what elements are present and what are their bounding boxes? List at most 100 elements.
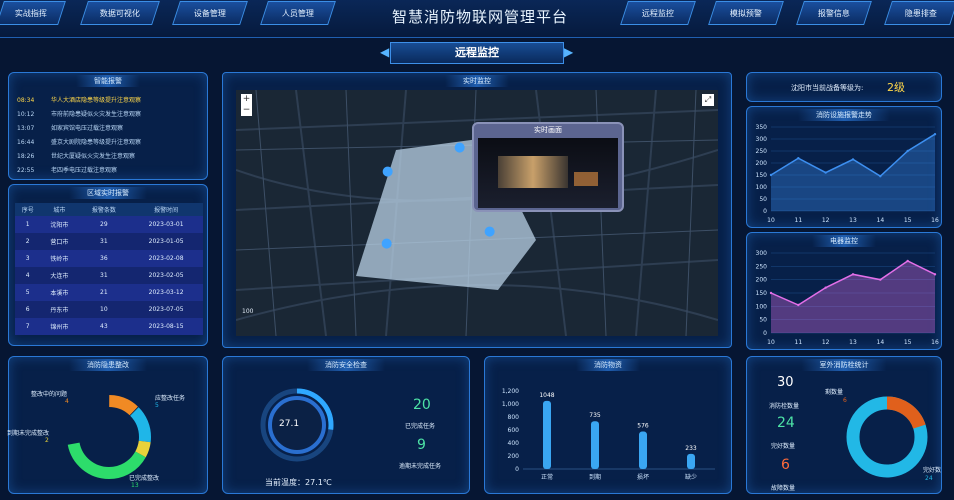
rectify-value-completed: 13	[131, 482, 139, 489]
table-cell: 营口市	[40, 233, 79, 250]
bar[interactable]	[639, 431, 647, 469]
x-tick-label: 缺少	[685, 473, 697, 481]
nav-item-visualization[interactable]: 数据可视化	[80, 1, 160, 25]
alarm-item[interactable]: 16:44 盛京大剧院隐患等级提升注意观察	[17, 137, 141, 146]
map-scale: 100	[242, 308, 254, 315]
data-point[interactable]	[906, 149, 909, 153]
alarm-text: 老四季电压过载注意观察	[51, 167, 118, 174]
alarm-item[interactable]: 10:12 市府前隐患疑似火灾发生注意观察	[17, 109, 141, 118]
location-pin-icon[interactable]: ●	[484, 224, 495, 239]
nav-label: 远程监控	[642, 8, 674, 18]
camera-frame	[478, 138, 618, 208]
x-tick-label: 12	[822, 217, 830, 224]
y-tick-label: 600	[508, 427, 520, 434]
data-point[interactable]	[769, 173, 773, 177]
hazard-rectify-panel: 消防隐患整改 整改中的问题 4 应整改任务 5 到期未完成整改 2 已完成整改 …	[7, 356, 208, 494]
y-tick-label: 1,200	[502, 388, 519, 395]
fullscreen-icon[interactable]: ⤢	[702, 94, 714, 106]
table-row[interactable]: 2 营口市 31 2023-01-05	[15, 233, 203, 250]
nav-label: 模拟预警	[730, 8, 762, 18]
data-point[interactable]	[879, 278, 882, 281]
data-point[interactable]	[797, 303, 800, 307]
panel-title: 实时监控	[445, 75, 509, 87]
alarm-item[interactable]: 22:55 老四季电压过载注意观察	[17, 165, 117, 174]
table-cell: 2023-01-05	[129, 233, 203, 250]
nav-label: 数据可视化	[100, 8, 140, 18]
series-area	[771, 261, 935, 333]
overdue-task-value: 9	[417, 437, 426, 453]
bar[interactable]	[543, 400, 551, 469]
rectify-label-completed: 已完成整改	[129, 475, 160, 482]
location-pin-icon[interactable]: ●	[454, 140, 465, 155]
x-tick-label: 10	[767, 217, 775, 224]
supplies-bar-chart: 0 200 400 600 800 1,000 1,200 1048 正常 735 到期 576 损坏 2…	[502, 388, 715, 481]
alarm-item[interactable]: 13:07 如家宾馆电压过载注意观察	[17, 123, 123, 132]
data-point[interactable]	[797, 157, 800, 160]
hydrant-total-value: 30	[777, 375, 794, 390]
table-cell: 29	[78, 216, 130, 233]
location-pin-icon[interactable]: ●	[382, 164, 393, 179]
table-row[interactable]: 6 丹东市 10 2023-07-05	[15, 301, 203, 318]
nav-item-device[interactable]: 设备管理	[172, 1, 248, 25]
alarm-text: 如家宾馆电压过载注意观察	[51, 125, 124, 132]
smart-alarm-panel: 智能报警 08:34 华人大酒店隐患等级提升注意观察 10:12 市府前隐患疑似火灾发…	[8, 72, 208, 180]
nav-item-remote-monitor[interactable]: 远程监控	[620, 1, 696, 25]
zoom-in-button[interactable]: +	[241, 94, 252, 105]
data-point[interactable]	[933, 133, 937, 136]
data-point[interactable]	[851, 273, 855, 276]
bar-value-label: 233	[685, 445, 697, 452]
map-view[interactable]: + − ⤢ 100 ● ● ● ● 实时画面	[236, 90, 718, 336]
bar[interactable]	[687, 453, 695, 469]
nav-label: 人员管理	[282, 8, 314, 18]
live-view-popup[interactable]: 实时画面	[472, 122, 624, 212]
hydrant-good-value: 24	[777, 415, 795, 431]
nav-item-hazard[interactable]: 隐患排查	[884, 1, 954, 25]
rectify-value-should: 5	[155, 402, 159, 409]
data-point[interactable]	[879, 175, 882, 178]
table-cell: 2	[15, 233, 41, 250]
table-row[interactable]: 3 铁岭市 36 2023-02-08	[15, 250, 203, 267]
data-point[interactable]	[824, 171, 827, 174]
y-tick-label: 0	[763, 208, 767, 215]
gauge-value: 27.1	[279, 419, 300, 429]
table-cell: 2023-07-05	[129, 301, 203, 318]
table-row[interactable]: 7 锦州市 43 2023-08-15	[15, 318, 203, 335]
nav-item-warning[interactable]: 模拟预警	[708, 1, 784, 25]
data-point[interactable]	[824, 286, 827, 289]
nav-item-alarm-info[interactable]: 报警信息	[796, 1, 872, 25]
location-pin-icon[interactable]: ●	[381, 236, 392, 251]
zoom-out-button[interactable]: −	[241, 105, 252, 116]
alarm-item[interactable]: 18:26 世纪大厦疑似火灾发生注意观察	[17, 151, 135, 160]
page-subtitle: 远程监控	[390, 42, 564, 64]
y-tick-label: 800	[508, 414, 520, 421]
table-row[interactable]: 5 本溪市 21 2023-03-12	[15, 284, 203, 301]
table-header: 序号	[15, 203, 41, 216]
alarm-item[interactable]: 08:34 华人大酒店隐患等级提升注意观察	[17, 95, 141, 104]
series-area	[771, 134, 935, 211]
x-tick-label: 14	[877, 217, 885, 224]
bar[interactable]	[591, 421, 599, 469]
alarm-time: 22:55	[17, 167, 35, 174]
data-point[interactable]	[769, 291, 773, 295]
readiness-value: 2级	[887, 81, 905, 94]
chevron-left-icon: ◀	[380, 45, 390, 59]
table-cell: 2023-02-08	[129, 250, 203, 267]
bar-value-label: 1048	[539, 392, 554, 399]
alarm-time: 13:07	[17, 125, 35, 132]
page-main-title: 智慧消防物联网管理平台	[391, 8, 568, 26]
table-cell: 锦州市	[40, 318, 79, 335]
y-tick-label: 0	[763, 330, 767, 337]
table-row[interactable]: 4 大连市 31 2023-02-05	[15, 267, 203, 284]
data-point[interactable]	[933, 273, 937, 276]
ring-left-label: 剩数量	[825, 389, 844, 396]
safety-check-panel: 消防安全检查 27.1 20 已完成任务 9 逾期未完成任务 当前温度：27.1…	[222, 356, 470, 494]
readiness-panel: 沈阳市当前战备等级为: 2级	[746, 72, 942, 102]
table-cell: 2023-03-01	[129, 216, 203, 233]
table-row[interactable]: 1 沈阳市 29 2023-03-01	[15, 216, 203, 233]
nav-item-command[interactable]: 实战指挥	[0, 1, 66, 25]
data-point[interactable]	[851, 158, 855, 161]
table-cell: 7	[15, 318, 41, 335]
alarm-text: 市府前隐患疑似火灾发生注意观察	[51, 111, 142, 118]
nav-item-personnel[interactable]: 人员管理	[260, 1, 336, 25]
data-point[interactable]	[906, 259, 909, 263]
